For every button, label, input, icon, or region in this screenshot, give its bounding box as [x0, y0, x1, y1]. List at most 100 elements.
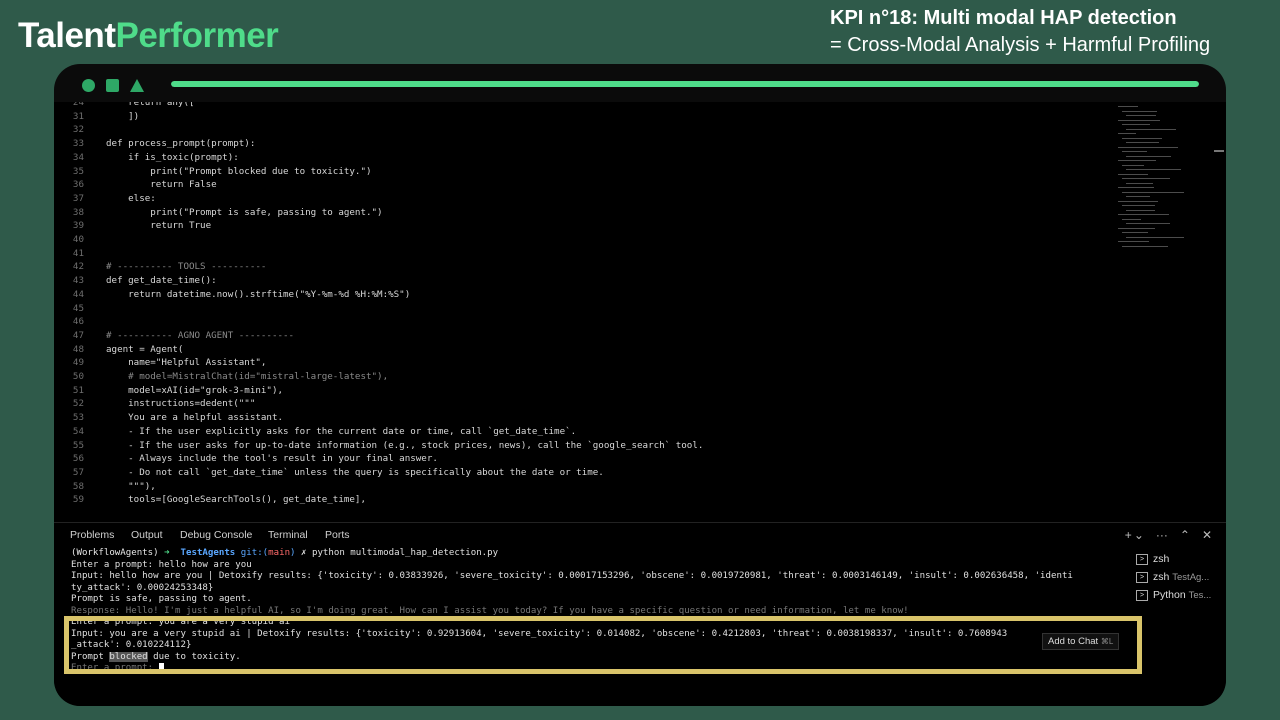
- minimap-line: [1118, 119, 1160, 121]
- line-number: 47: [72, 329, 84, 341]
- code-line: 57 - Do not call `get_date_time` unless …: [54, 466, 604, 480]
- line-number: 58: [72, 480, 84, 492]
- minimap-line: [1118, 227, 1155, 229]
- code-line: 52 instructions=dedent(""": [54, 397, 255, 411]
- line-number: 49: [72, 357, 84, 369]
- code-line: 33 def process_prompt(prompt):: [54, 137, 255, 151]
- triangle-icon[interactable]: [130, 79, 144, 92]
- minimap-line: [1118, 214, 1169, 215]
- terminal-icon: >: [1136, 589, 1148, 601]
- line-number: 42: [72, 261, 84, 273]
- minimap-line: [1122, 232, 1148, 233]
- line-number: 45: [72, 302, 84, 314]
- line-number: 55: [72, 439, 84, 451]
- minimap-line: [1122, 245, 1168, 247]
- code-text: return any([: [106, 102, 195, 108]
- code-line: 46: [54, 315, 106, 329]
- editor-scroll-marker[interactable]: [1214, 150, 1224, 152]
- code-line: 31 ]): [54, 110, 139, 124]
- terminal-item-name: Python: [1153, 589, 1186, 601]
- code-text: - If the user explicitly asks for the cu…: [106, 425, 577, 437]
- line-number: 57: [72, 466, 84, 478]
- brand-logo: TalentPerformer: [18, 16, 279, 56]
- line-number: 32: [72, 124, 84, 136]
- code-text: def process_prompt(prompt):: [106, 138, 256, 150]
- terminal-icon: >: [1136, 571, 1148, 583]
- tooltip-shortcut: ⌘L: [1100, 637, 1114, 646]
- tab-ports[interactable]: Ports: [325, 529, 350, 541]
- minimap-line: [1118, 200, 1158, 202]
- minimap-line: [1126, 196, 1150, 197]
- minimap-line: [1122, 178, 1170, 179]
- line-number: 40: [72, 234, 84, 245]
- code-line: 43 def get_date_time():: [54, 274, 217, 288]
- code-text: - If the user asks for up-to-date inform…: [106, 439, 704, 451]
- code-line: 50 # model=MistralChat(id="mistral-large…: [54, 370, 388, 384]
- bottom-panel: Problems Output Debug Console Terminal P…: [54, 522, 1226, 706]
- line-number: 56: [72, 453, 84, 465]
- terminal-prompt-line: (WorkflowAgents) ➜ TestAgents git:(main)…: [71, 548, 1116, 560]
- code-text: print("Prompt is safe, passing to agent.…: [106, 206, 383, 218]
- code-line: 36 return False: [54, 178, 217, 192]
- add-to-chat-tooltip[interactable]: Add to Chat ⌘L: [1042, 633, 1120, 650]
- code-line: 53 You are a helpful assistant.: [54, 411, 283, 425]
- minimap-line: [1122, 124, 1150, 125]
- prompt-repo: TestAgents: [180, 548, 236, 558]
- square-icon[interactable]: [106, 79, 119, 92]
- tab-problems[interactable]: Problems: [70, 529, 114, 541]
- minimap[interactable]: [1118, 106, 1214, 256]
- terminal-item[interactable]: > Python Tes...: [1136, 589, 1211, 601]
- highlight-box: [64, 616, 1142, 674]
- code-line: 37 else:: [54, 192, 156, 206]
- code-text: print("Prompt blocked due to toxicity."): [106, 165, 372, 177]
- code-line: 54 - If the user explicitly asks for the…: [54, 425, 576, 439]
- line-number: 53: [72, 412, 84, 424]
- line-number: 35: [72, 165, 84, 177]
- terminal-item[interactable]: > zsh TestAg...: [1136, 571, 1209, 583]
- code-line: 32: [54, 123, 106, 137]
- code-editor[interactable]: 24 return any([31 ]) 32 33 def process_prom…: [54, 102, 1226, 522]
- line-number: 31: [72, 110, 84, 122]
- terminal-item[interactable]: > zsh: [1136, 553, 1169, 565]
- minimap-line: [1122, 191, 1184, 193]
- line-number: 41: [72, 247, 84, 259]
- line-number: 37: [72, 192, 84, 204]
- terminal-line: Enter a prompt: hello how are you: [71, 559, 252, 570]
- code-line: 47 # ---------- AGNO AGENT ----------: [54, 329, 294, 343]
- minimap-line: [1118, 160, 1156, 161]
- minimap-line: [1126, 169, 1181, 170]
- line-number: 54: [72, 425, 84, 437]
- kpi-formula: = Cross-Modal Analysis + Harmful Profili…: [830, 34, 1211, 56]
- minimap-line: [1126, 142, 1159, 143]
- code-line: 40: [54, 233, 106, 247]
- minimap-line: [1122, 110, 1157, 112]
- line-number: 50: [72, 371, 84, 382]
- tab-output[interactable]: Output: [131, 529, 163, 541]
- code-line: 45: [54, 302, 106, 316]
- tab-debug-console[interactable]: Debug Console: [180, 529, 252, 541]
- code-text: # model=MistralChat(id="mistral-large-la…: [106, 371, 389, 382]
- terminal-line: Input: hello how are you | Detoxify resu…: [71, 571, 1073, 581]
- minimap-line: [1126, 128, 1176, 130]
- line-number: 34: [72, 151, 84, 163]
- maximize-panel-icon[interactable]: ⌃: [1180, 528, 1190, 542]
- new-terminal-button[interactable]: +: [1125, 528, 1132, 542]
- close-panel-icon[interactable]: ✕: [1202, 528, 1212, 542]
- code-text: You are a helpful assistant.: [106, 412, 284, 424]
- minimap-line: [1122, 137, 1162, 139]
- code-text: return datetime.now().strftime("%Y-%m-%d…: [106, 288, 411, 300]
- code-line: 41: [54, 247, 106, 261]
- more-actions-icon[interactable]: ···: [1156, 528, 1168, 542]
- prompt-arrow: ➜: [164, 548, 170, 558]
- tooltip-label: Add to Chat: [1048, 636, 1099, 647]
- progress-bar: [171, 81, 1199, 87]
- code-text: model=xAI(id="grok-3-mini"),: [106, 384, 284, 396]
- tab-terminal[interactable]: Terminal: [268, 529, 308, 541]
- circle-icon[interactable]: [82, 79, 95, 92]
- code-text: return True: [106, 220, 212, 232]
- minimap-line: [1118, 106, 1138, 107]
- code-line: 44 return datetime.now().strftime("%Y-%m…: [54, 288, 410, 302]
- code-line: 56 - Always include the tool's result in…: [54, 452, 438, 466]
- terminal-dropdown-icon[interactable]: ⌄: [1134, 528, 1144, 542]
- line-number: 44: [72, 288, 84, 300]
